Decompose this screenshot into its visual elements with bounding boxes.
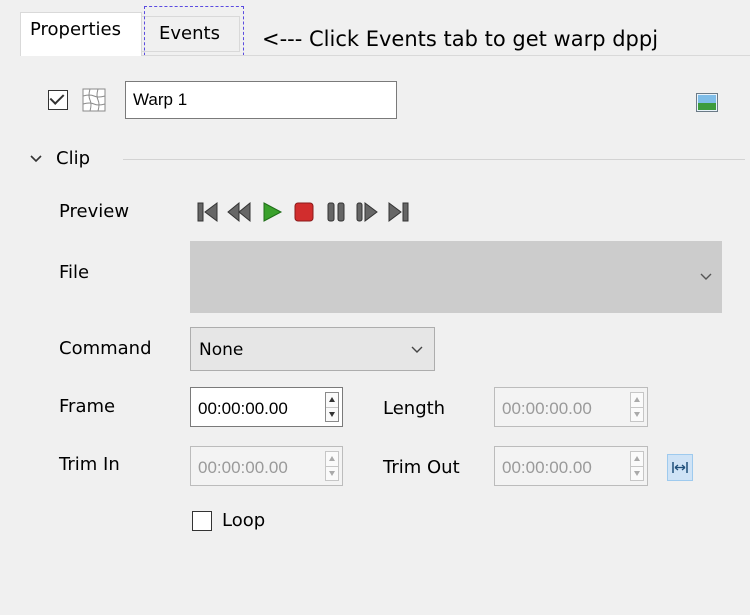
- stop-icon[interactable]: [292, 200, 316, 224]
- preview-label: Preview: [59, 201, 130, 222]
- fit-trim-button[interactable]: [667, 454, 693, 481]
- skip-to-end-icon[interactable]: [386, 200, 410, 224]
- length-label: Length: [383, 398, 446, 419]
- frame-spin-buttons[interactable]: [325, 392, 339, 422]
- length-value: 00:00:00.00: [502, 399, 592, 418]
- layer-name-input[interactable]: Warp 1: [125, 81, 397, 119]
- trim-in-spinbox: 00:00:00.00: [190, 446, 343, 486]
- trim-in-spin-buttons: [325, 451, 339, 481]
- play-icon[interactable]: [260, 200, 284, 224]
- command-select[interactable]: None: [190, 327, 435, 371]
- tab-events-label: Events: [159, 23, 220, 44]
- frame-value: 00:00:00.00: [198, 399, 288, 418]
- warp-grid-icon: [82, 88, 106, 112]
- clip-section-label: Clip: [56, 148, 90, 169]
- command-value: None: [199, 340, 244, 360]
- rewind-icon[interactable]: [226, 200, 252, 224]
- chevron-down-icon[interactable]: [30, 154, 42, 164]
- tab-properties-label: Properties: [30, 19, 121, 40]
- command-label: Command: [59, 338, 152, 359]
- fit-width-icon: [672, 462, 688, 473]
- checkmark-icon: [49, 90, 65, 105]
- trim-out-spin-buttons: [630, 451, 644, 481]
- annotation-text: <--- Click Events tab to get warp dppj: [262, 27, 659, 51]
- layer-enabled-checkbox[interactable]: [48, 90, 68, 110]
- loop-label: Loop: [222, 510, 266, 531]
- file-label: File: [59, 262, 90, 283]
- tab-properties[interactable]: Properties: [20, 12, 142, 56]
- length-spinbox: 00:00:00.00: [494, 387, 648, 427]
- skip-to-start-icon[interactable]: [196, 200, 220, 224]
- trim-out-value: 00:00:00.00: [502, 458, 592, 477]
- chevron-down-icon: [411, 346, 423, 353]
- trim-out-spinbox: 00:00:00.00: [494, 446, 648, 486]
- loop-checkbox[interactable]: [192, 511, 212, 531]
- file-select[interactable]: [190, 241, 722, 313]
- frame-label: Frame: [59, 396, 116, 417]
- frame-spinbox[interactable]: 00:00:00.00: [190, 387, 343, 427]
- tab-events[interactable]: Events: [142, 16, 240, 52]
- pause-icon[interactable]: [324, 200, 348, 224]
- chevron-down-icon: [700, 273, 712, 280]
- trim-in-label: Trim In: [59, 454, 120, 475]
- trim-in-value: 00:00:00.00: [198, 458, 288, 477]
- layer-name-value: Warp 1: [133, 90, 188, 109]
- section-divider: [123, 159, 745, 160]
- image-icon[interactable]: [696, 93, 718, 112]
- step-forward-icon[interactable]: [354, 200, 380, 224]
- length-spin-buttons: [630, 392, 644, 422]
- trim-out-label: Trim Out: [383, 457, 460, 478]
